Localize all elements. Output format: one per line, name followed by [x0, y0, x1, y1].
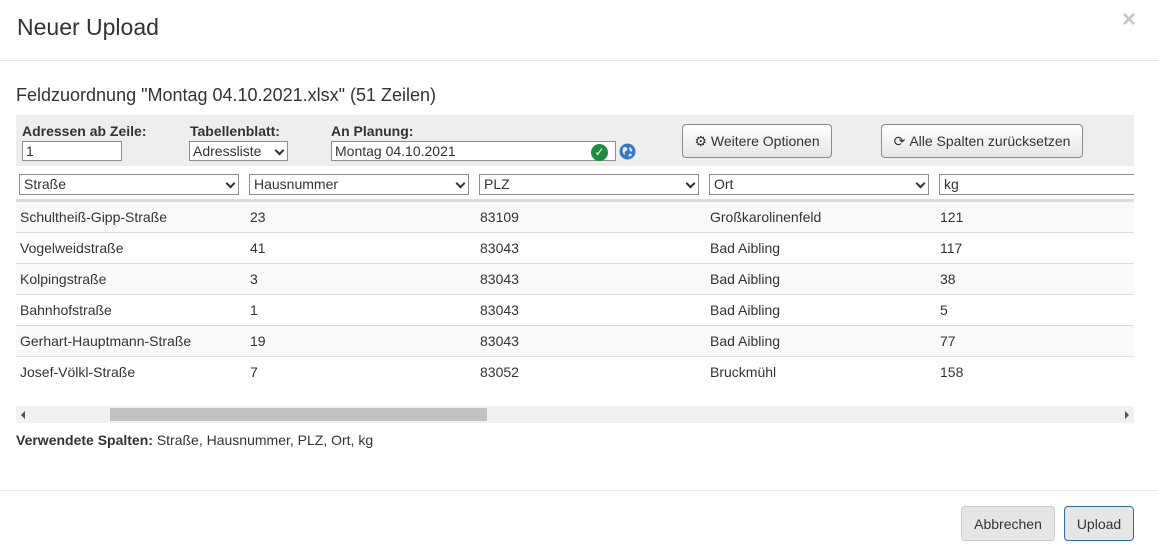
planning-input[interactable] — [331, 141, 616, 161]
horizontal-scrollbar[interactable] — [16, 406, 1134, 423]
chevron-down-icon — [274, 145, 285, 156]
cell-plz: 83043 — [480, 302, 519, 318]
cell-plz: 83109 — [480, 209, 519, 225]
modal-title: Neuer Upload — [17, 14, 159, 40]
cell-ort: Bad Aibling — [710, 240, 781, 256]
cell-hausnummer: 3 — [250, 271, 258, 287]
check-circle-icon: ✓ — [591, 144, 608, 161]
chevron-down-icon — [225, 178, 236, 189]
cell-plz: 83043 — [480, 240, 519, 256]
preview-table: Schultheiß-Gipp-Straße 23 83109 Großkaro… — [16, 202, 1134, 388]
more-options-button[interactable]: ⚙ Weitere Optionen — [682, 124, 832, 158]
column-select-value: Ort — [714, 176, 734, 192]
sheet-select-value: Adressliste — [193, 143, 262, 159]
modal-header: Neuer Upload × — [0, 0, 1158, 61]
cell-kg: 117 — [940, 240, 963, 256]
cell-strasse: Kolpingstraße — [20, 271, 107, 287]
cell-hausnummer: 41 — [250, 240, 266, 256]
column-select-value: kg — [944, 176, 959, 192]
column-select-value: Straße — [24, 176, 67, 192]
sheet-label: Tabellenblatt: — [190, 123, 280, 139]
column-select-hausnummer[interactable]: Hausnummer — [249, 174, 469, 195]
used-columns: Verwendete Spalten: Straße, Hausnummer, … — [16, 432, 373, 448]
chevron-down-icon — [685, 178, 696, 189]
cell-ort: Bad Aibling — [710, 271, 781, 287]
cell-strasse: Vogelweidstraße — [20, 240, 124, 256]
cell-kg: 121 — [940, 209, 964, 225]
cell-kg: 5 — [940, 302, 948, 318]
cell-ort: Bruckmühl — [710, 364, 777, 380]
cell-ort: Bad Aibling — [710, 333, 781, 349]
table-row: Vogelweidstraße 41 83043 Bad Aibling 117 — [16, 233, 1134, 264]
table-row: Schultheiß-Gipp-Straße 23 83109 Großkaro… — [16, 202, 1134, 233]
cell-hausnummer: 7 — [250, 364, 258, 380]
upload-button[interactable]: Upload — [1064, 506, 1134, 541]
cell-hausnummer: 19 — [250, 333, 266, 349]
table-row: Bahnhofstraße 1 83043 Bad Aibling 5 — [16, 295, 1134, 326]
cell-strasse: Gerhart-Hauptmann-Straße — [20, 333, 192, 349]
cell-kg: 77 — [940, 333, 956, 349]
table-row: Josef-Völkl-Straße 7 83052 Bruckmühl 158 — [16, 357, 1134, 388]
column-select-ort[interactable]: Ort — [709, 174, 929, 195]
table-row: Gerhart-Hauptmann-Straße 19 83043 Bad Ai… — [16, 326, 1134, 357]
chevron-down-icon — [455, 178, 466, 189]
column-select-value: Hausnummer — [254, 176, 339, 192]
cell-hausnummer: 23 — [250, 209, 266, 225]
options-bar: Adressen ab Zeile: Tabellenblatt: Adress… — [16, 115, 1134, 166]
scroll-right-icon[interactable] — [1125, 411, 1129, 419]
column-select-plz[interactable]: PLZ — [479, 174, 699, 195]
cell-plz: 83052 — [480, 364, 519, 380]
cell-strasse: Bahnhofstraße — [20, 302, 112, 318]
start-row-input[interactable] — [22, 141, 122, 161]
cell-strasse: Schultheiß-Gipp-Straße — [20, 209, 168, 225]
cell-ort: Bad Aibling — [710, 302, 781, 318]
reset-columns-button[interactable]: ⟳ Alle Spalten zurücksetzen — [881, 124, 1083, 158]
cell-kg: 158 — [940, 364, 964, 380]
cell-plz: 83043 — [480, 271, 519, 287]
refresh-icon: ⟳ — [893, 132, 906, 149]
scrollbar-thumb[interactable] — [110, 408, 487, 421]
mapping-title: Feldzuordnung "Montag 04.10.2021.xlsx" (… — [16, 85, 437, 105]
close-icon[interactable]: × — [1122, 8, 1136, 32]
used-columns-value: Straße, Hausnummer, PLZ, Ort, kg — [156, 432, 374, 448]
table-row: Kolpingstraße 3 83043 Bad Aibling 38 — [16, 264, 1134, 295]
chevron-down-icon — [915, 178, 926, 189]
column-select-kg[interactable]: kg — [939, 174, 1134, 195]
cell-ort: Großkarolinenfeld — [710, 209, 822, 225]
sheet-select[interactable]: Adressliste — [189, 141, 288, 161]
cancel-button[interactable]: Abbrechen — [961, 506, 1055, 541]
scroll-left-icon[interactable] — [21, 411, 25, 419]
planning-label: An Planung: — [331, 123, 414, 139]
cell-kg: 38 — [940, 271, 956, 287]
reset-columns-label: Alle Spalten zurücksetzen — [909, 133, 1071, 149]
gear-icon: ⚙ — [694, 132, 707, 149]
cell-strasse: Josef-Völkl-Straße — [20, 364, 136, 380]
column-select-strasse[interactable]: Straße — [19, 174, 239, 195]
column-select-value: PLZ — [484, 176, 510, 192]
upload-modal: Neuer Upload × Feldzuordnung "Montag 04.… — [0, 0, 1158, 546]
more-options-label: Weitere Optionen — [710, 133, 820, 149]
start-row-label: Adressen ab Zeile: — [22, 123, 147, 139]
cell-plz: 83043 — [480, 333, 519, 349]
globe-icon[interactable] — [619, 143, 636, 160]
used-columns-label: Verwendete Spalten: — [16, 432, 153, 448]
cell-hausnummer: 1 — [250, 302, 258, 318]
